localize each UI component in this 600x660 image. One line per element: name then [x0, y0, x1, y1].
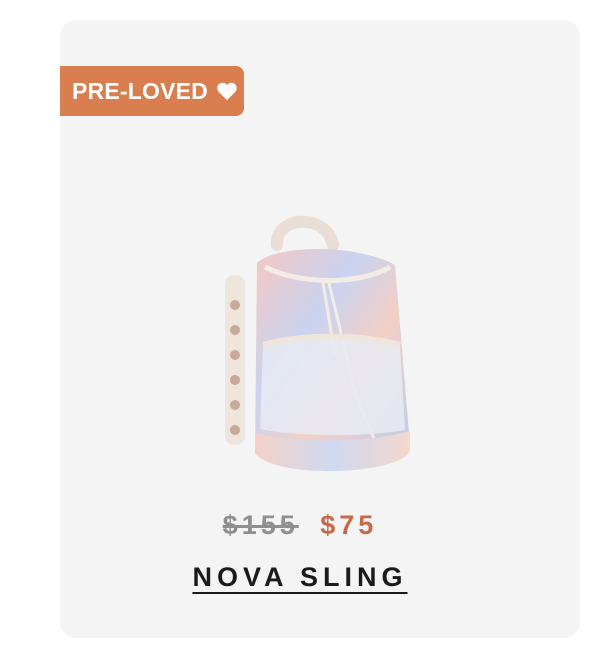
- badge-label: PRE-LOVED: [72, 77, 208, 104]
- product-title: NOVA SLING: [0, 562, 600, 593]
- heart-icon: [217, 82, 237, 101]
- product-name-link[interactable]: NOVA SLING: [192, 562, 407, 592]
- price-row: $155 $75: [0, 510, 600, 541]
- pre-loved-badge: PRE-LOVED: [60, 66, 244, 116]
- original-price: $155: [222, 510, 299, 540]
- sale-price: $75: [320, 510, 378, 540]
- backpack-image[interactable]: [205, 205, 430, 490]
